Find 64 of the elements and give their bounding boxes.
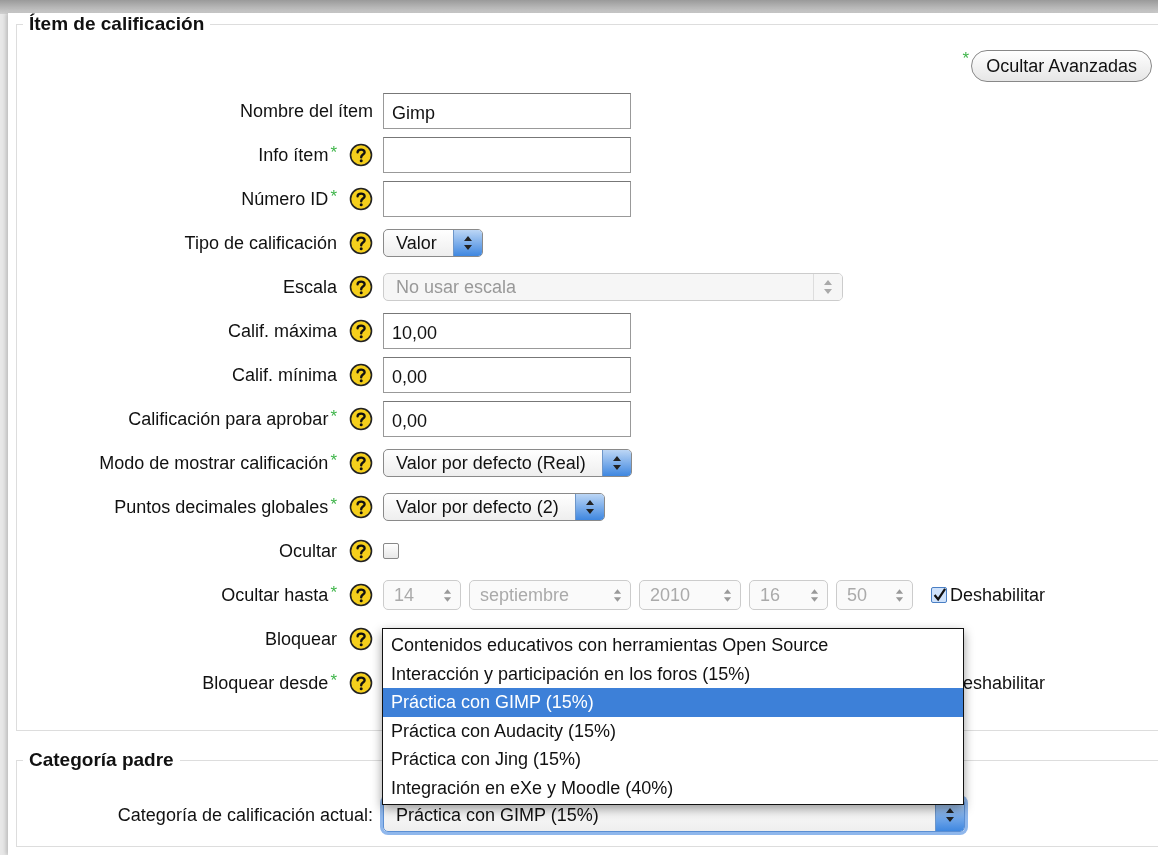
required-mark: * (330, 495, 337, 515)
input-field[interactable]: 10,00 (383, 313, 631, 349)
dropdown-select[interactable]: Valor (383, 229, 483, 257)
field-label: Tipo de calificación (184, 232, 337, 254)
field-label: Calificación para aprobar (128, 408, 329, 430)
up-down-arrows-icon (611, 455, 622, 471)
hide-advanced-button[interactable]: Ocultar Avanzadas (971, 50, 1152, 82)
help-icon[interactable] (349, 231, 373, 255)
required-mark: * (330, 143, 337, 163)
field-label: Ocultar (278, 540, 337, 562)
required-mark: * (962, 49, 970, 69)
up-down-arrows-icon (823, 279, 833, 295)
dropdown-select[interactable]: Valor por defecto (2) (383, 493, 605, 521)
input-field[interactable]: Gimp (383, 93, 631, 129)
up-down-arrows-icon (613, 587, 622, 603)
menu-option[interactable]: Contenidos educativos con herramientas Open Source (383, 631, 963, 660)
field-label: Bloquear desde (202, 672, 329, 694)
up-down-arrows-icon (895, 587, 904, 603)
required-mark: * (330, 583, 337, 603)
dropdown-select[interactable]: Valor por defecto (Real) (383, 449, 632, 477)
up-down-arrows-icon (584, 499, 595, 515)
required-mark: * (330, 451, 337, 471)
field-label: Modo de mostrar calificación (99, 452, 329, 474)
menu-option[interactable]: Práctica con Audacity (15%) (383, 716, 963, 745)
field-label: Ocultar hasta (221, 584, 329, 606)
menu-option[interactable]: Interacción y participación en los foros (15%) (383, 659, 963, 688)
checkbox-label: Deshabilitar (950, 584, 1046, 606)
input-field[interactable] (383, 137, 631, 173)
field-label: Bloquear (264, 628, 337, 650)
help-icon[interactable] (349, 407, 373, 431)
required-mark: * (330, 187, 337, 207)
help-icon[interactable] (349, 319, 373, 343)
help-icon[interactable] (349, 539, 373, 563)
field-label: Info ítem (258, 144, 329, 166)
up-down-arrows-icon (443, 587, 452, 603)
help-icon[interactable] (349, 627, 373, 651)
input-field[interactable] (383, 181, 631, 217)
help-icon[interactable] (349, 187, 373, 211)
input-field[interactable]: 0,00 (383, 401, 631, 437)
field-label: Categoría de calificación actual: (117, 804, 373, 826)
help-icon[interactable] (349, 671, 373, 695)
section-title: Categoría padre (28, 749, 175, 771)
up-down-arrows-icon (810, 587, 819, 603)
required-mark: * (330, 407, 337, 427)
field-label: Puntos decimales globales (114, 496, 329, 518)
checkbox-label: eshabilitar (963, 672, 1046, 694)
help-icon[interactable] (349, 495, 373, 519)
required-mark: * (330, 671, 337, 691)
field-label: Nombre del ítem (239, 100, 373, 122)
field-label: Calif. máxima (227, 320, 337, 342)
menu-option[interactable]: Práctica con Jing (15%) (383, 745, 963, 774)
help-icon[interactable] (349, 143, 373, 167)
up-down-arrows-icon (945, 807, 955, 823)
up-down-arrows-icon (723, 587, 732, 603)
input-field[interactable]: 0,00 (383, 357, 631, 393)
field-label: Calif. mínima (231, 364, 337, 386)
help-icon[interactable] (349, 363, 373, 387)
field-label: Escala (282, 276, 337, 298)
checkbox[interactable] (383, 543, 399, 559)
menu-option[interactable]: Práctica con GIMP (15%) (383, 688, 963, 717)
section-title: Ítem de calificación (28, 13, 206, 35)
field-label: Número ID (241, 188, 329, 210)
help-icon[interactable] (349, 451, 373, 475)
up-down-arrows-icon (462, 235, 473, 251)
